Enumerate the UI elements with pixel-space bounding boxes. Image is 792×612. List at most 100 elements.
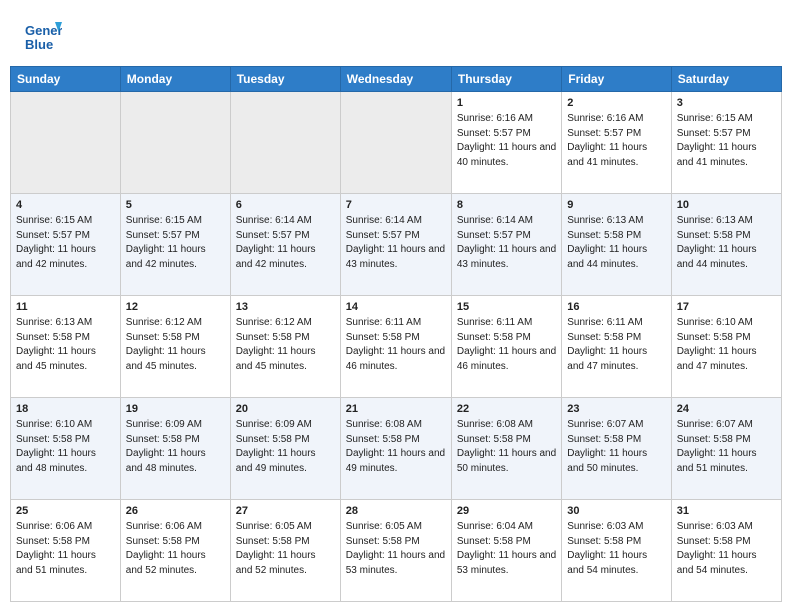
- sunrise-label: Sunrise: 6:13 AM: [677, 215, 753, 226]
- day-number: 8: [457, 198, 556, 213]
- day-info: Sunrise: 6:13 AMSunset: 5:58 PMDaylight:…: [567, 214, 665, 272]
- calendar-day-cell: [11, 92, 121, 194]
- sunrise-label: Sunrise: 6:16 AM: [567, 113, 643, 124]
- sunrise-label: Sunrise: 6:14 AM: [457, 215, 533, 226]
- day-number: 12: [126, 300, 225, 315]
- calendar-day-cell: 7Sunrise: 6:14 AMSunset: 5:57 PMDaylight…: [340, 194, 451, 296]
- calendar-day-cell: 16Sunrise: 6:11 AMSunset: 5:58 PMDayligh…: [562, 296, 671, 398]
- sunset-label: Sunset: 5:58 PM: [677, 434, 751, 445]
- day-info: Sunrise: 6:06 AM Sunset: 5:58 PM Daylight:…: [126, 520, 225, 578]
- sunset-label: Sunset: 5:57 PM: [677, 128, 751, 139]
- day-info: Sunrise: 6:10 AMSunset: 5:58 PMDaylight:…: [16, 418, 115, 476]
- day-number: 31: [677, 504, 776, 519]
- calendar-day-cell: 1Sunrise: 6:16 AMSunset: 5:57 PMDaylight…: [451, 92, 561, 194]
- daylight-label: Daylight: 11 hours and 51 minutes.: [16, 550, 96, 576]
- daylight-label: Daylight: 11 hours and 40 minutes.: [457, 142, 556, 168]
- calendar-day-cell: 2Sunrise: 6:16 AMSunset: 5:57 PMDaylight…: [562, 92, 671, 194]
- daylight-label: Daylight: 11 hours and 44 minutes.: [677, 244, 757, 270]
- sunrise-label: Sunrise: 6:06 AM: [126, 521, 202, 532]
- calendar-day-cell: 6Sunrise: 6:14 AMSunset: 5:57 PMDaylight…: [230, 194, 340, 296]
- daylight-label: Daylight: 11 hours and 47 minutes.: [677, 346, 757, 372]
- day-number: 2: [567, 96, 665, 111]
- calendar-day-cell: 31Sunrise: 6:03 AMSunset: 5:58 PMDayligh…: [671, 500, 781, 602]
- daylight-label: Daylight: 11 hours and 45 minutes.: [16, 346, 96, 372]
- sunset-label: Sunset: 5:57 PM: [236, 230, 310, 241]
- calendar-header-sunday: Sunday: [11, 67, 121, 92]
- sunset-label: Sunset: 5:58 PM: [16, 332, 90, 343]
- sunset-label: Sunset: 5:58 PM: [126, 536, 200, 547]
- day-number: 11: [16, 300, 115, 315]
- day-number: 22: [457, 402, 556, 417]
- calendar-day-cell: 17Sunrise: 6:10 AMSunset: 5:58 PMDayligh…: [671, 296, 781, 398]
- sunset-label: Sunset: 5:58 PM: [236, 536, 310, 547]
- sunrise-label: Sunrise: 6:14 AM: [236, 215, 312, 226]
- daylight-label: Daylight: 11 hours and 41 minutes.: [677, 142, 757, 168]
- day-info: Sunrise: 6:12 AMSunset: 5:58 PMDaylight:…: [126, 316, 225, 374]
- day-number: 10: [677, 198, 776, 213]
- daylight-label: Daylight: 11 hours and 42 minutes.: [236, 244, 316, 270]
- day-number: 20: [236, 402, 335, 417]
- calendar-day-cell: 24Sunrise: 6:07 AMSunset: 5:58 PMDayligh…: [671, 398, 781, 500]
- calendar-day-cell: 30Sunrise: 6:03 AMSunset: 5:58 PMDayligh…: [562, 500, 671, 602]
- sunset-label: Sunset: 5:58 PM: [346, 332, 420, 343]
- day-info: Sunrise: 6:11 AMSunset: 5:58 PMDaylight:…: [567, 316, 665, 374]
- day-info: Sunrise: 6:14 AM Sunset: 5:57 PM Daylight:…: [236, 214, 335, 272]
- day-number: 16: [567, 300, 665, 315]
- sunset-label: Sunset: 5:58 PM: [677, 536, 751, 547]
- sunset-label: Sunset: 5:58 PM: [677, 332, 751, 343]
- day-number: 14: [346, 300, 446, 315]
- sunrise-label: Sunrise: 6:12 AM: [126, 317, 202, 328]
- sunrise-label: Sunrise: 6:12 AM: [236, 317, 312, 328]
- day-number: 29: [457, 504, 556, 519]
- day-info: Sunrise: 6:14 AMSunset: 5:57 PMDaylight:…: [457, 214, 556, 272]
- sunset-label: Sunset: 5:58 PM: [677, 230, 751, 241]
- day-number: 30: [567, 504, 665, 519]
- daylight-label: Daylight: 11 hours and 51 minutes.: [677, 448, 757, 474]
- day-info: Sunrise: 6:12 AMSunset: 5:58 PMDaylight:…: [236, 316, 335, 374]
- day-number: 24: [677, 402, 776, 417]
- calendar-header-tuesday: Tuesday: [230, 67, 340, 92]
- sunrise-label: Sunrise: 6:13 AM: [567, 215, 643, 226]
- calendar-day-cell: 9Sunrise: 6:13 AMSunset: 5:58 PMDaylight…: [562, 194, 671, 296]
- day-number: 1: [457, 96, 556, 111]
- calendar-day-cell: 14Sunrise: 6:11 AMSunset: 5:58 PMDayligh…: [340, 296, 451, 398]
- calendar-week-row: 11Sunrise: 6:13 AMSunset: 5:58 PMDayligh…: [11, 296, 782, 398]
- logo: General Blue: [24, 18, 66, 56]
- day-info: Sunrise: 6:08 AMSunset: 5:58 PMDaylight:…: [457, 418, 556, 476]
- daylight-label: Daylight: 11 hours and 42 minutes.: [126, 244, 206, 270]
- day-number: 13: [236, 300, 335, 315]
- logo-icon: General Blue: [24, 18, 62, 56]
- day-info: Sunrise: 6:16 AMSunset: 5:57 PMDaylight:…: [457, 112, 556, 170]
- calendar-day-cell: [120, 92, 230, 194]
- calendar-header-row: SundayMondayTuesdayWednesdayThursdayFrid…: [11, 67, 782, 92]
- calendar-day-cell: [230, 92, 340, 194]
- calendar-header-monday: Monday: [120, 67, 230, 92]
- daylight-label: Daylight: 11 hours and 50 minutes.: [567, 448, 647, 474]
- sunrise-label: Sunrise: 6:03 AM: [567, 521, 643, 532]
- daylight-label: Daylight: 11 hours and 49 minutes.: [346, 448, 445, 474]
- page: General Blue SundayMondayTuesdayWednesda…: [0, 0, 792, 612]
- calendar-day-cell: 13Sunrise: 6:12 AMSunset: 5:58 PMDayligh…: [230, 296, 340, 398]
- day-number: 3: [677, 96, 776, 111]
- daylight-label: Daylight: 11 hours and 54 minutes.: [677, 550, 757, 576]
- day-number: 19: [126, 402, 225, 417]
- daylight-label: Daylight: 11 hours and 42 minutes.: [16, 244, 96, 270]
- day-number: 27: [236, 504, 335, 519]
- day-info: Sunrise: 6:13 AM Sunset: 5:58 PM Daylight:…: [677, 214, 776, 272]
- day-number: 9: [567, 198, 665, 213]
- calendar-day-cell: 19Sunrise: 6:09 AMSunset: 5:58 PMDayligh…: [120, 398, 230, 500]
- calendar-header-saturday: Saturday: [671, 67, 781, 92]
- calendar-day-cell: 20Sunrise: 6:09 AMSunset: 5:58 PMDayligh…: [230, 398, 340, 500]
- calendar-day-cell: 10 Sunrise: 6:13 AM Sunset: 5:58 PM Dayligh…: [671, 194, 781, 296]
- daylight-label: Daylight: 11 hours and 45 minutes.: [236, 346, 316, 372]
- daylight-label: Daylight: 11 hours and 52 minutes.: [126, 550, 206, 576]
- sunrise-label: Sunrise: 6:15 AM: [126, 215, 202, 226]
- calendar-day-cell: 25Sunrise: 6:06 AMSunset: 5:58 PMDayligh…: [11, 500, 121, 602]
- calendar-day-cell: 5Sunrise: 6:15 AMSunset: 5:57 PMDaylight…: [120, 194, 230, 296]
- day-number: 4: [16, 198, 115, 213]
- day-info: Sunrise: 6:15 AMSunset: 5:57 PMDaylight:…: [677, 112, 776, 170]
- calendar-day-cell: 22Sunrise: 6:08 AMSunset: 5:58 PMDayligh…: [451, 398, 561, 500]
- sunrise-label: Sunrise: 6:05 AM: [236, 521, 312, 532]
- calendar-week-row: 25Sunrise: 6:06 AMSunset: 5:58 PMDayligh…: [11, 500, 782, 602]
- daylight-label: Daylight: 11 hours and 53 minutes.: [457, 550, 556, 576]
